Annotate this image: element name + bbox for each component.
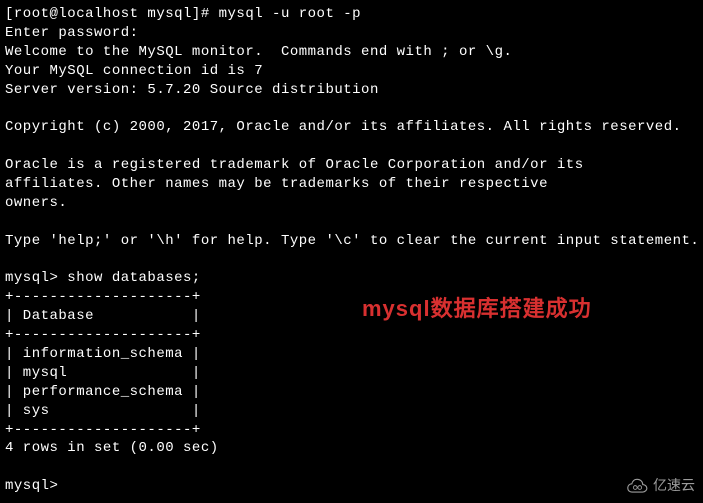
watermark: 亿速云 — [624, 476, 695, 495]
mysql-prompt[interactable]: mysql> — [5, 478, 58, 494]
watermark-text: 亿速云 — [653, 476, 695, 495]
terminal-output: [root@localhost mysql]# mysql -u root -p… — [5, 5, 698, 496]
connection-id-line: Your MySQL connection id is 7 — [5, 63, 263, 79]
copyright-line: Copyright (c) 2000, 2017, Oracle and/or … — [5, 119, 682, 135]
table-row: | performance_schema | — [5, 384, 201, 400]
table-row: | information_schema | — [5, 346, 201, 362]
welcome-line: Welcome to the MySQL monitor. Commands e… — [5, 44, 512, 60]
mysql-query-line: mysql> show databases; — [5, 270, 201, 286]
trademark-line: affiliates. Other names may be trademark… — [5, 176, 548, 192]
table-border: +--------------------+ — [5, 289, 201, 305]
table-header: | Database | — [5, 308, 201, 324]
trademark-line: Oracle is a registered trademark of Orac… — [5, 157, 584, 173]
table-row: | mysql | — [5, 365, 201, 381]
server-version-line: Server version: 5.7.20 Source distributi… — [5, 82, 379, 98]
trademark-line: owners. — [5, 195, 67, 211]
table-border: +--------------------+ — [5, 327, 201, 343]
table-row: | sys | — [5, 403, 201, 419]
shell-prompt-line: [root@localhost mysql]# mysql -u root -p — [5, 6, 361, 22]
password-prompt: Enter password: — [5, 25, 139, 41]
table-border: +--------------------+ — [5, 422, 201, 438]
help-line: Type 'help;' or '\h' for help. Type '\c'… — [5, 233, 699, 249]
success-annotation: mysql数据库搭建成功 — [362, 294, 592, 324]
rows-summary-line: 4 rows in set (0.00 sec) — [5, 440, 219, 456]
cloud-icon — [624, 477, 648, 495]
